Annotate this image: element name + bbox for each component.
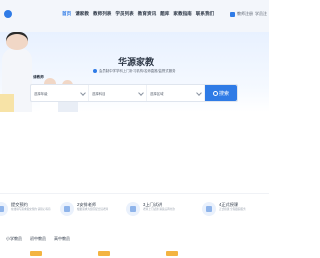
grade-select-value: 选择年级 — [34, 91, 48, 96]
region-select-value: 选择区域 — [150, 91, 164, 96]
teacher-figure-face — [6, 34, 28, 50]
step-description: 根据需求为您匹配合适老师 — [77, 208, 109, 211]
user-icon — [230, 11, 235, 17]
brand-subtitle: 会员制中学学科上门补习机构/名师直推/监督式服务 — [93, 68, 253, 73]
badge-icon — [93, 68, 97, 73]
tab-primary-teachers[interactable]: 小学教员 — [6, 236, 22, 246]
step-assign-teacher: 2安排老师 根据需求为您匹配合适老师 — [58, 200, 122, 224]
chevron-down-icon — [80, 90, 86, 96]
chevron-down-icon — [138, 90, 144, 96]
step-icon — [202, 202, 216, 216]
tab-middle-school-teachers[interactable]: 初中教员 — [30, 236, 46, 246]
step-icon — [0, 202, 8, 216]
brand-title: 华源家教 — [118, 57, 155, 67]
teacher-category-tabs: 小学教员 初中教员 高中教员 — [0, 236, 275, 246]
nav-item-student-list[interactable]: 学员列表 — [115, 11, 133, 17]
region-select[interactable]: 选择区域 — [147, 85, 205, 101]
search-icon — [212, 90, 218, 96]
nav-item-home[interactable]: 首页 — [62, 11, 71, 17]
nav-item-tutor-guide[interactable]: 家教指南 — [173, 11, 191, 17]
step-description: 老师上门试讲 满意后再付款 — [143, 208, 175, 211]
hero-caption: 请教师 — [33, 75, 44, 79]
subject-select[interactable]: 选择科目 — [89, 85, 147, 101]
search-button[interactable]: 搜索 — [205, 85, 237, 101]
step-trial-lesson: 3上门试讲 老师上门试讲 满意后再付款 — [124, 200, 188, 224]
decorative-block — [0, 94, 14, 112]
step-submit-booking: 提交预约 在线填写需求提交预约 请耐心等待 — [0, 200, 56, 224]
nav-item-education-news[interactable]: 教育资讯 — [138, 11, 156, 17]
chevron-down-icon — [196, 90, 202, 96]
subject-select-value: 选择科目 — [92, 91, 106, 96]
teacher-card-badge — [30, 251, 42, 256]
teacher-register-link[interactable]: 教师注册 — [237, 11, 253, 17]
main-nav: 首页 请家教 教师列表 学员列表 教育资讯 题库 家教指南 联系我们 — [62, 11, 214, 17]
grade-select[interactable]: 选择年级 — [31, 85, 89, 101]
content-spacer — [0, 112, 269, 192]
search-bar: 选择年级 选择科目 选择区域 搜索 — [30, 84, 238, 102]
booking-steps: 提交预约 在线填写需求提交预约 请耐心等待 2安排老师 根据需求为您匹配合适老师… — [0, 193, 269, 226]
step-icon — [126, 202, 140, 216]
teacher-card-badge — [98, 251, 110, 256]
tab-high-school-teachers[interactable]: 高中教员 — [54, 236, 70, 246]
step-icon — [60, 202, 74, 216]
site-logo[interactable] — [4, 10, 12, 18]
nav-item-contact-us[interactable]: 联系我们 — [196, 11, 214, 17]
step-description: 正式授课 全程跟踪服务 — [219, 208, 246, 211]
brand-subtitle-text: 会员制中学学科上门补习机构/名师直推/监督式服务 — [99, 69, 176, 73]
account-links: 教师注册 学员注 — [230, 11, 267, 17]
top-navigation-bar: 首页 请家教 教师列表 学员列表 教育资讯 题库 家教指南 联系我们 教师注册 … — [0, 0, 269, 33]
teacher-card-badge — [166, 251, 178, 256]
nav-item-request-tutor[interactable]: 请家教 — [75, 11, 89, 17]
nav-item-question-bank[interactable]: 题库 — [160, 11, 169, 17]
student-register-link[interactable]: 学员注 — [255, 11, 267, 17]
nav-item-teacher-list[interactable]: 教师列表 — [93, 11, 111, 17]
teacher-cards-preview — [0, 250, 269, 258]
search-button-label: 搜索 — [218, 90, 229, 97]
step-formal-lessons: 4正式授课 正式授课 全程跟踪服务 — [200, 200, 264, 224]
step-description: 在线填写需求提交预约 请耐心等待 — [11, 208, 51, 211]
